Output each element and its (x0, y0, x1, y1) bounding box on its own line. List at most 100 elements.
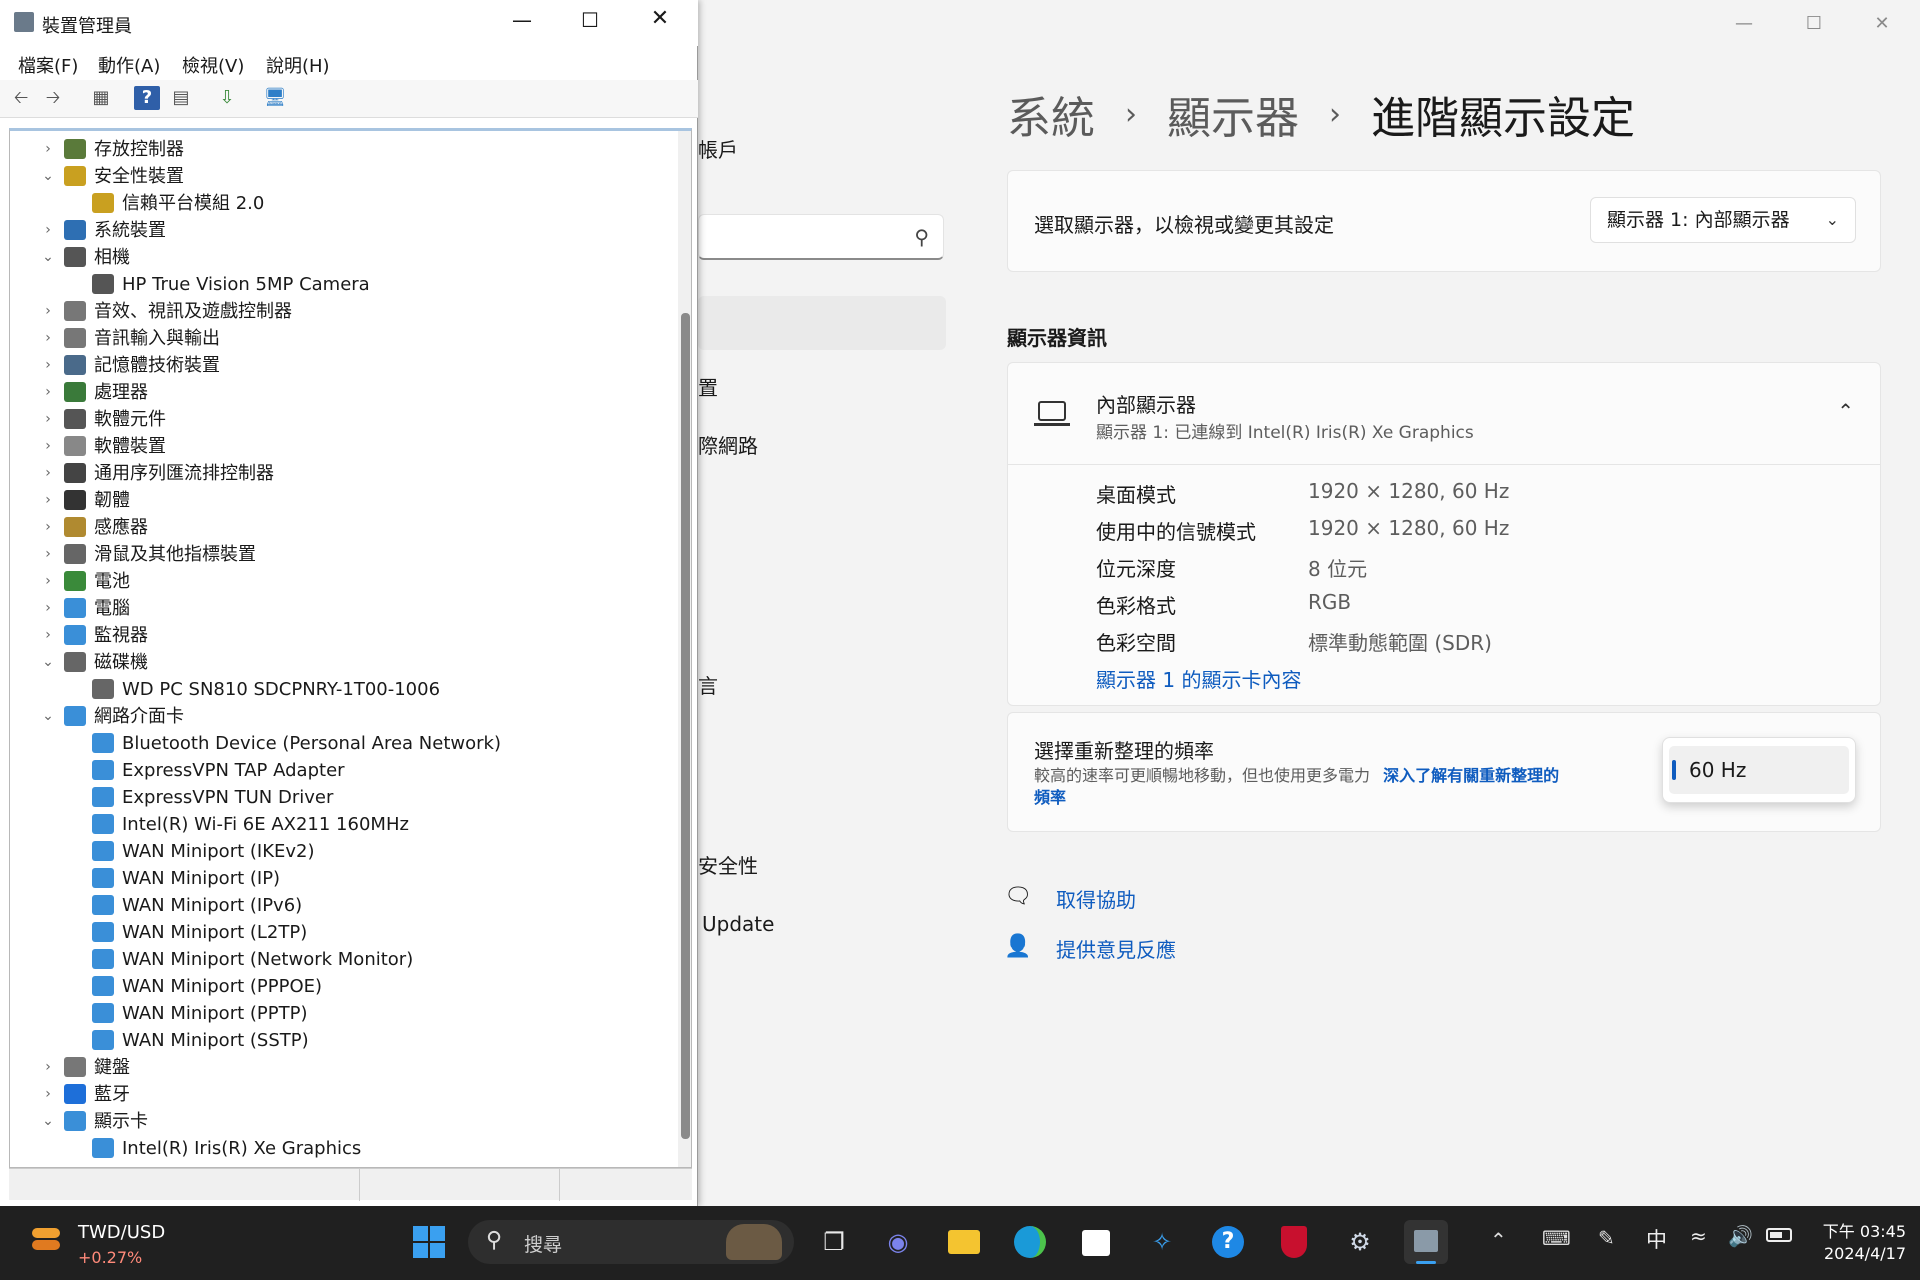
tree-category[interactable]: › 音效、視訊及遊戲控制器 (10, 298, 670, 325)
display-info-header[interactable]: 內部顯示器 顯示器 1: 已連線到 Intel(R) Iris(R) Xe Gr… (1008, 363, 1880, 465)
tree-category[interactable]: › 韌體 (10, 487, 670, 514)
tree-category[interactable]: › 記憶體技術裝置 (10, 352, 670, 379)
tree-category[interactable]: › 處理器 (10, 379, 670, 406)
breadcrumb-display[interactable]: 顯示器 (1167, 82, 1299, 146)
chevron-right-icon[interactable]: › (40, 406, 56, 433)
tree-category[interactable]: ⌄ 網路介面卡 (10, 703, 670, 730)
chevron-right-icon[interactable]: › (40, 568, 56, 595)
nav-item-windows-update[interactable]: Update (702, 912, 774, 936)
nav-item-accounts[interactable]: 帳戶 (698, 134, 738, 163)
microsoft-store-icon[interactable] (1074, 1220, 1118, 1264)
help-icon[interactable]: ? (134, 86, 160, 110)
tree-category[interactable]: › 系統裝置 (10, 217, 670, 244)
refresh-option-selected[interactable]: 60 Hz (1669, 746, 1849, 794)
vertical-scrollbar[interactable] (678, 131, 691, 1167)
menu-action[interactable]: 動作(A) (98, 52, 160, 78)
chevron-right-icon[interactable]: › (40, 1081, 56, 1108)
device-manager-taskbar-icon[interactable] (1404, 1220, 1448, 1264)
chevron-right-icon[interactable]: › (40, 622, 56, 649)
menu-help[interactable]: 說明(H) (266, 52, 330, 78)
tree-category[interactable]: › 軟體裝置 (10, 433, 670, 460)
close-button[interactable]: ✕ (1862, 14, 1902, 34)
nav-item-privacy-security[interactable]: 安全性 (698, 850, 758, 879)
chevron-down-icon[interactable]: ⌄ (40, 649, 56, 676)
start-button[interactable] (407, 1220, 451, 1264)
chevron-down-icon[interactable]: ⌄ (40, 1108, 56, 1135)
tree-category[interactable]: ⌄ 相機 (10, 244, 670, 271)
menu-view[interactable]: 檢視(V) (182, 52, 244, 78)
nav-item-system-selected[interactable] (698, 296, 946, 350)
maximize-button[interactable]: ☐ (1794, 14, 1834, 34)
volume-icon[interactable]: 🔊 (1728, 1224, 1753, 1248)
chevron-right-icon[interactable]: › (40, 595, 56, 622)
tree-category[interactable]: › 感應器 (10, 514, 670, 541)
tree-device[interactable]: 信賴平台模組 2.0 (10, 190, 670, 217)
tree-device[interactable]: WAN Miniport (PPPOE) (10, 973, 670, 1000)
device-tree[interactable]: › 存放控制器 ⌄ 安全性裝置 信賴平台模組 2.0 › 系統裝置 ⌄ 相機 HP True Vi… (9, 128, 692, 1168)
tree-device[interactable]: WD PC SN810 SDCPNRY-1T00-1006 (10, 676, 670, 703)
chevron-up-icon[interactable]: ⌃ (1490, 1228, 1507, 1252)
tree-category[interactable]: › 音訊輸入與輸出 (10, 325, 670, 352)
file-explorer-icon[interactable] (942, 1220, 986, 1264)
taskbar-search-box[interactable]: ⚲ 搜尋 (468, 1220, 794, 1264)
tree-category[interactable]: › 存放控制器 (10, 136, 670, 163)
scrollbar-thumb[interactable] (681, 313, 690, 1139)
refresh-learn-more-link[interactable]: 深入了解有關重新整理的 (1383, 766, 1559, 785)
tree-category[interactable]: › 監視器 (10, 622, 670, 649)
tree-category[interactable]: › 軟體元件 (10, 406, 670, 433)
chevron-right-icon[interactable]: › (40, 379, 56, 406)
stock-widget-icon[interactable] (28, 1224, 64, 1260)
battery-icon[interactable] (1766, 1228, 1792, 1242)
back-arrow-icon[interactable]: 🡠 (8, 86, 34, 110)
tree-category[interactable]: › 電池 (10, 568, 670, 595)
tree-category[interactable]: › 通用序列匯流排控制器 (10, 460, 670, 487)
ime-indicator[interactable]: 中 (1646, 1224, 1667, 1254)
refresh-rate-dropdown[interactable]: 60 Hz (1662, 737, 1856, 803)
nav-item-fragment[interactable]: 置 (698, 372, 718, 401)
tree-device[interactable]: HP True Vision 5MP Camera (10, 271, 670, 298)
adapter-properties-link[interactable]: 顯示器 1 的顯示卡內容 (1096, 664, 1796, 701)
get-help-link[interactable]: 取得協助 (1056, 884, 1136, 913)
chevron-up-icon[interactable]: ⌃ (1837, 399, 1854, 423)
edge-browser-icon[interactable] (1008, 1220, 1052, 1264)
tree-device[interactable]: WAN Miniport (SSTP) (10, 1027, 670, 1054)
chevron-right-icon[interactable]: › (40, 541, 56, 568)
chevron-right-icon[interactable]: › (40, 136, 56, 163)
chevron-right-icon[interactable]: › (40, 217, 56, 244)
mcafee-icon[interactable] (1272, 1220, 1316, 1264)
tree-category[interactable]: › 電腦 (10, 595, 670, 622)
close-button[interactable]: ✕ (638, 6, 682, 31)
keyboard-icon[interactable]: ⌨ (1542, 1226, 1571, 1250)
tree-device[interactable]: ExpressVPN TUN Driver (10, 784, 670, 811)
tree-category[interactable]: › 鍵盤 (10, 1054, 670, 1081)
update-driver-icon[interactable]: ⇩ (214, 86, 240, 110)
chevron-right-icon[interactable]: › (40, 487, 56, 514)
get-help-app-icon[interactable]: ? (1206, 1220, 1250, 1264)
refresh-learn-more-link-2[interactable]: 頻率 (1034, 788, 1066, 807)
chevron-right-icon[interactable]: › (40, 298, 56, 325)
tree-category[interactable]: ⌄ 磁碟機 (10, 649, 670, 676)
tree-device[interactable]: WAN Miniport (Network Monitor) (10, 946, 670, 973)
chevron-down-icon[interactable]: ⌄ (40, 703, 56, 730)
properties-grid-icon[interactable]: ▦ (88, 86, 114, 110)
tree-device[interactable]: WAN Miniport (IKEv2) (10, 838, 670, 865)
tree-category[interactable]: › 滑鼠及其他指標裝置 (10, 541, 670, 568)
maximize-button[interactable]: ☐ (568, 8, 612, 32)
task-view-icon[interactable]: ❐ (812, 1220, 856, 1264)
settings-search-input[interactable]: ⚲ (698, 214, 944, 260)
forward-arrow-icon[interactable]: 🡢 (40, 86, 66, 110)
chevron-right-icon[interactable]: › (40, 352, 56, 379)
view-list-icon[interactable]: ▤ (168, 86, 194, 110)
chevron-down-icon[interactable]: ⌄ (40, 244, 56, 271)
chevron-right-icon[interactable]: › (40, 460, 56, 487)
tree-category[interactable]: ⌄ 顯示卡 (10, 1108, 670, 1135)
pen-icon[interactable]: ✎ (1598, 1226, 1615, 1250)
breadcrumb-system[interactable]: 系統 (1007, 82, 1095, 146)
nav-item-language[interactable]: 言 (698, 670, 718, 699)
display-select-dropdown[interactable]: 顯示器 1: 內部顯示器 ⌄ (1590, 197, 1856, 243)
pen-app-icon[interactable]: ✧ (1140, 1220, 1184, 1264)
chevron-right-icon[interactable]: › (40, 514, 56, 541)
wifi-icon[interactable]: ≈ (1690, 1224, 1707, 1248)
clock-time[interactable]: 下午 03:45 (1806, 1218, 1906, 1242)
chevron-right-icon[interactable]: › (40, 1054, 56, 1081)
